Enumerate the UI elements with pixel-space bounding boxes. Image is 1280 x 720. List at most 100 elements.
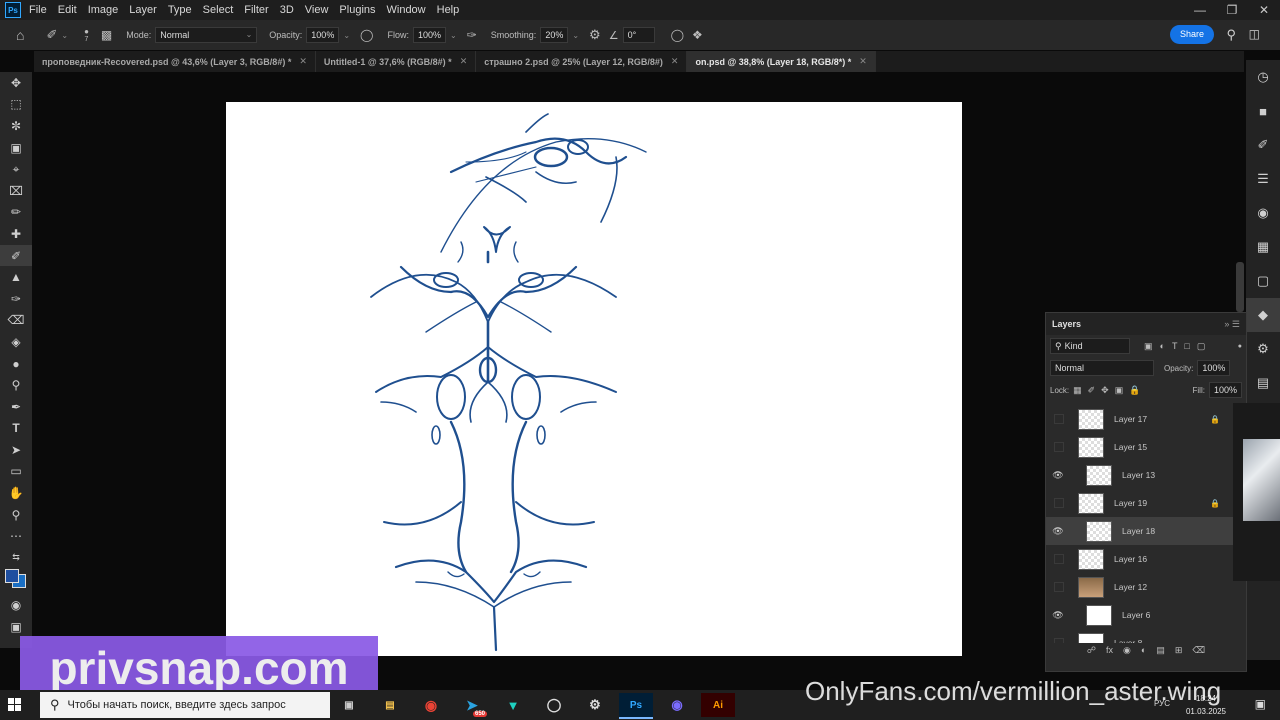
menu-image[interactable]: Image (88, 4, 119, 16)
tab-document[interactable]: страшно 2.psd @ 25% (Layer 12, RGB/8#) ✕ (476, 51, 688, 72)
blend-mode-select[interactable]: Normal (1050, 360, 1154, 376)
smoothing-field[interactable]: 20% (540, 27, 569, 43)
new-layer-icon[interactable]: ⊞ (1175, 645, 1183, 663)
color-swatches[interactable] (0, 568, 32, 595)
angle-field[interactable]: 0° (622, 27, 655, 43)
mode-select[interactable]: Normal ⌄ (155, 27, 258, 43)
tab-document[interactable]: проповедник-Recovered.psd @ 43,6% (Layer… (34, 51, 316, 72)
panel-menu-icon[interactable]: » ☰ (1224, 319, 1240, 330)
brush-icon[interactable]: ✐ (0, 244, 32, 267)
visibility-eye-icon[interactable]: 👁 (1046, 610, 1070, 621)
settings-gear-icon[interactable]: ⚙ (578, 693, 612, 717)
adjustment-layer-icon[interactable]: ◐ (1141, 645, 1146, 663)
brush-preset-picker[interactable]: ✐ ⌄ (46, 27, 68, 43)
restore-icon[interactable]: ❐ (1216, 0, 1248, 20)
visibility-toggle[interactable] (1054, 498, 1064, 508)
layer-row[interactable]: 👁 Layer 13 (1046, 461, 1234, 489)
layer-opacity-field[interactable]: 100% (1197, 360, 1231, 376)
layer-row[interactable]: 👁 Layer 6 (1046, 601, 1234, 629)
menu-edit[interactable]: Edit (58, 4, 77, 16)
bucket-icon[interactable]: ◈ (0, 331, 32, 353)
illustrator-taskbar-icon[interactable]: Ai (701, 693, 735, 717)
menu-view[interactable]: View (305, 4, 329, 16)
menu-plugins[interactable]: Plugins (339, 4, 375, 16)
fill-field[interactable]: 100% (1208, 382, 1242, 398)
obs-icon[interactable]: ◯ (537, 693, 571, 717)
layers-icon[interactable]: ◆ (1246, 298, 1280, 332)
share-button[interactable]: Share (1170, 25, 1214, 44)
rectangle-icon[interactable]: ▭ (0, 461, 32, 483)
menu-help[interactable]: Help (437, 4, 460, 16)
visibility-eye-icon[interactable]: 👁 (1046, 470, 1070, 481)
type-icon[interactable]: T (0, 418, 32, 440)
pressure-opacity-icon[interactable]: ◯ (360, 28, 373, 42)
menu-layer[interactable]: Layer (129, 4, 157, 16)
history-icon[interactable]: ◷ (1246, 60, 1280, 94)
chevron-down-icon[interactable]: ⌄ (343, 31, 350, 40)
hand-icon[interactable]: ✋ (0, 482, 32, 504)
file-explorer-icon[interactable]: ▤ (373, 693, 407, 717)
marquee-icon[interactable]: ⬚ (0, 94, 32, 116)
layer-row[interactable]: Layer 15 (1046, 433, 1234, 461)
layer-row[interactable]: Layer 19 🔒 (1046, 489, 1234, 517)
link-icon[interactable]: ☍ (1087, 645, 1096, 663)
discord-icon[interactable]: ◉ (660, 693, 694, 717)
chrome-icon[interactable]: ◉ (414, 693, 448, 717)
comments-icon[interactable]: ■ (1246, 94, 1280, 128)
layer-row[interactable]: Layer 8 (1046, 629, 1234, 643)
lasso-icon[interactable]: ✼ (0, 115, 32, 137)
task-view-icon[interactable]: ▣ (332, 693, 366, 717)
gear-icon[interactable]: ⚙ (589, 27, 601, 43)
frame-icon[interactable]: ⌧ (0, 180, 32, 202)
filter-type-icons[interactable]: ▣◐T□▢ (1144, 341, 1212, 352)
tab-document-active[interactable]: on.psd @ 38,8% (Layer 18, RGB/8*) * ✕ (687, 51, 876, 72)
close-tab-icon[interactable]: ✕ (859, 56, 867, 67)
close-icon[interactable]: ✕ (1248, 0, 1280, 20)
lock-icons[interactable]: ▦✐✥▣🔒 (1073, 385, 1146, 396)
healing-icon[interactable]: ✚ (0, 223, 32, 245)
crop-icon[interactable]: ⌖ (0, 158, 32, 180)
menu-select[interactable]: Select (203, 4, 234, 16)
brush-settings-icon[interactable]: ✐ (1246, 128, 1280, 162)
history-brush-icon[interactable]: ✑ (0, 288, 32, 310)
dodge-icon[interactable]: ⚲ (0, 374, 32, 396)
screen-mode-icon[interactable]: ▣ (0, 616, 32, 638)
gradients-icon[interactable]: ▢ (1246, 264, 1280, 298)
pressure-size-icon[interactable]: ◯ (671, 28, 684, 42)
photoshop-taskbar-icon[interactable]: Ps (619, 693, 653, 719)
group-icon[interactable]: ▤ (1156, 645, 1165, 663)
document-canvas[interactable] (226, 102, 962, 656)
airbrush-icon[interactable]: ✑ (467, 28, 477, 42)
layer-row[interactable]: Layer 12 (1046, 573, 1234, 601)
color-icon[interactable]: ◉ (1246, 196, 1280, 230)
eraser-icon[interactable]: ⌫ (0, 310, 32, 332)
menu-window[interactable]: Window (387, 4, 426, 16)
visibility-toggle[interactable] (1054, 638, 1064, 643)
layer-row[interactable]: Layer 16 (1046, 545, 1234, 573)
menu-file[interactable]: File (29, 4, 47, 16)
opacity-field[interactable]: 100% (306, 27, 340, 43)
flow-field[interactable]: 100% (412, 27, 447, 43)
menu-3d[interactable]: 3D (280, 4, 294, 16)
visibility-toggle[interactable] (1054, 414, 1064, 424)
blur-icon[interactable]: ● (0, 353, 32, 375)
home-icon[interactable]: ⌂ (16, 27, 24, 43)
menu-type[interactable]: Type (168, 4, 192, 16)
properties-icon[interactable]: ⚙ (1246, 332, 1280, 366)
eyedropper-icon[interactable]: ✏ (0, 202, 32, 224)
notifications-icon[interactable]: ▣ (1255, 697, 1266, 711)
trash-icon[interactable]: ⌫ (1192, 645, 1205, 663)
filter-kind-select[interactable]: ⚲ Kind (1050, 338, 1130, 354)
windows-start-icon[interactable] (8, 698, 22, 712)
tab-document[interactable]: Untitled-1 @ 37,6% (RGB/8#) * ✕ (316, 51, 477, 72)
fx-icon[interactable]: fx (1106, 645, 1113, 663)
vertical-scrollbar[interactable] (1236, 262, 1244, 312)
visibility-toggle[interactable] (1054, 554, 1064, 564)
chevron-down-icon[interactable]: ⌄ (572, 31, 579, 40)
search-icon[interactable]: ⚲ (1226, 27, 1236, 43)
vpn-icon[interactable]: ▼ (496, 693, 530, 717)
symmetry-icon[interactable]: ❖ (692, 28, 703, 42)
zoom-icon[interactable]: ⚲ (0, 504, 32, 526)
object-select-icon[interactable]: ▣ (0, 137, 32, 159)
swap-colors-icon[interactable]: ⇆ (0, 547, 32, 569)
